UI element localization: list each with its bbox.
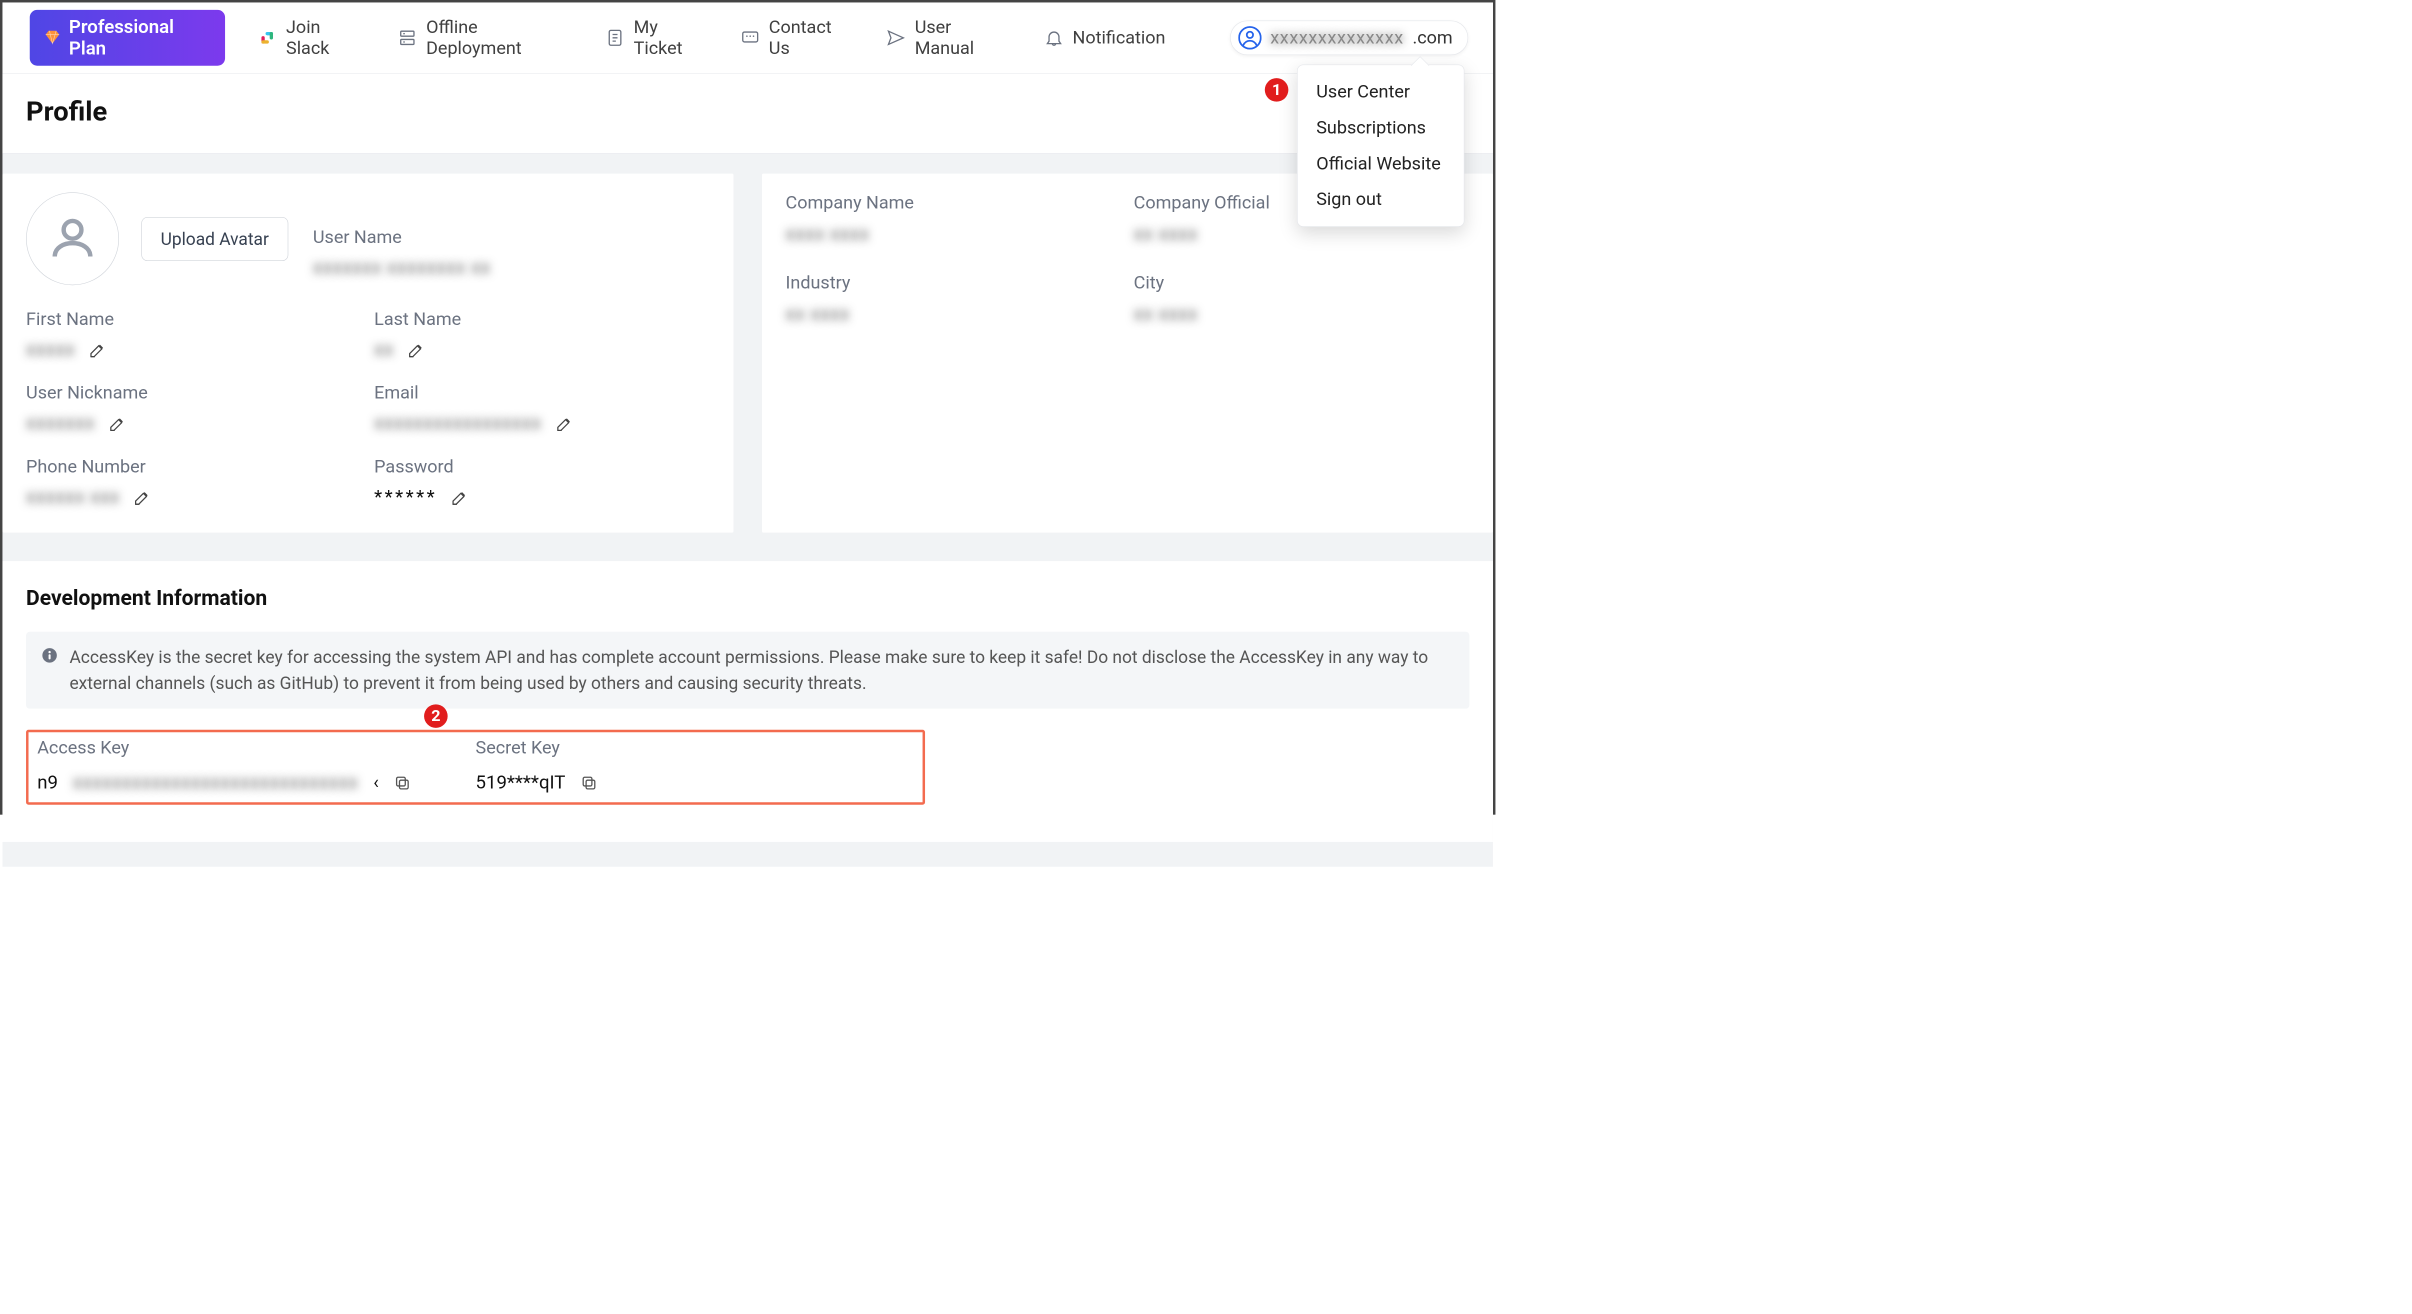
user-dropdown: User Center Subscriptions Official Websi… [1297,64,1464,226]
industry-value: xx xxxx [786,303,1122,325]
user-email-blurred: xxxxxxxxxxxxxx [1270,27,1404,48]
last-name-field: Last Name xx [374,309,710,360]
access-key-blurred: xxxxxxxxxxxxxxxxxxxxxxxxxxxxx [73,772,359,794]
first-name-label: First Name [26,309,362,330]
nav-notification[interactable]: Notification [1044,27,1165,48]
nav-my-ticket[interactable]: My Ticket [605,17,708,59]
avatar-icon [1238,26,1262,50]
info-icon [41,647,58,664]
dev-info-section: Development Information AccessKey is the… [2,561,1492,842]
access-key-suffix: ‹ [373,772,379,794]
nav-label: Notification [1073,27,1166,48]
company-name-label: Company Name [786,192,1122,213]
username-label: User Name [313,227,710,248]
last-name-value: xx [374,339,394,361]
nav-label: Contact Us [769,17,854,59]
nav-label: User Manual [915,17,1012,59]
dropdown-user-center[interactable]: User Center [1298,74,1464,110]
banner-text: AccessKey is the secret key for accessin… [69,644,1454,696]
dropdown-sign-out[interactable]: Sign out [1298,182,1464,218]
city-label: City [1134,272,1470,293]
slack-icon [257,28,277,48]
diamond-icon [43,29,61,48]
pencil-icon[interactable] [451,488,470,507]
nav-label: Join Slack [286,17,365,59]
ticket-icon [605,28,625,48]
pencil-icon[interactable] [89,340,108,359]
pencil-icon[interactable] [408,340,427,359]
profile-cards-row: Upload Avatar User Name xxxxxxx xxxxxxxx… [2,154,1492,533]
email-value: xxxxxxxxxxxxxxxxx [374,412,541,434]
copy-icon[interactable] [394,774,411,791]
company-name-field: Company Name xxxx xxxx [786,192,1122,245]
nav-join-slack[interactable]: Join Slack [257,17,365,59]
copy-icon[interactable] [580,774,597,791]
pencil-icon[interactable] [134,488,153,507]
password-field: Password ****** [374,456,710,507]
phone-value: xxxxxx xxx [26,486,120,508]
page-body: Profile Upload Avatar User Name xxxxxxx … [2,74,1492,867]
access-key-col: Access Key n9 xxxxxxxxxxxxxxxxxxxxxxxxxx… [37,737,475,793]
bell-icon [1044,28,1064,48]
last-name-label: Last Name [374,309,710,330]
dev-info-title: Development Information [26,586,1469,611]
nav-label: My Ticket [634,17,708,59]
secret-key-label: Secret Key [476,737,914,758]
nav-label: Offline Deployment [426,17,573,59]
nav-offline-deployment[interactable]: Offline Deployment [398,17,573,59]
password-label: Password [374,456,710,477]
chat-icon [740,28,760,48]
phone-field: Phone Number xxxxxx xxx [26,456,362,507]
password-value: ****** [374,486,437,508]
access-key-warning-banner: AccessKey is the secret key for accessin… [26,632,1469,709]
pencil-icon[interactable] [555,414,574,433]
industry-field: Industry xx xxxx [786,272,1122,325]
plan-badge[interactable]: Professional Plan [30,10,225,66]
annotation-2: 2 [424,704,448,728]
company-name-value: xxxx xxxx [786,223,1122,245]
send-icon [886,28,906,48]
phone-label: Phone Number [26,456,362,477]
dropdown-subscriptions[interactable]: Subscriptions [1298,110,1464,146]
access-key-label: Access Key [37,737,475,758]
email-label: Email [374,383,710,404]
username-value: xxxxxxx xxxxxxxx xx [313,257,710,279]
nav-contact-us[interactable]: Contact Us [740,17,854,59]
keys-highlight-box: Access Key n9 xxxxxxxxxxxxxxxxxxxxxxxxxx… [26,730,925,805]
nav-user-manual[interactable]: User Manual [886,17,1012,59]
secret-key-col: Secret Key 519****qIT [476,737,914,793]
first-name-field: First Name xxxxx [26,309,362,360]
pencil-icon[interactable] [109,414,128,433]
city-field: City xx xxxx [1134,272,1470,325]
top-bar: Professional Plan Join Slack Offline Dep… [2,2,1492,73]
secret-key-value: 519****qIT [476,772,566,794]
upload-avatar-button[interactable]: Upload Avatar [141,217,288,261]
user-email-suffix: .com [1412,27,1452,48]
industry-label: Industry [786,272,1122,293]
page-title: Profile [26,95,1469,127]
company-card: Company Name xxxx xxxx Company Official … [762,174,1493,533]
access-key-prefix: n9 [37,772,58,794]
plan-label: Professional Plan [69,16,212,59]
server-icon [398,28,418,48]
dropdown-official-website[interactable]: Official Website [1298,146,1464,182]
nickname-value: xxxxxxx [26,412,95,434]
email-field: Email xxxxxxxxxxxxxxxxx [374,383,710,434]
avatar-placeholder [26,192,119,285]
user-menu-button[interactable]: xxxxxxxxxxxxxx .com [1230,20,1468,55]
first-name-value: xxxxx [26,339,75,361]
nickname-field: User Nickname xxxxxxx [26,383,362,434]
annotation-1: 1 [1265,78,1289,102]
city-value: xx xxxx [1134,303,1470,325]
nickname-label: User Nickname [26,383,362,404]
profile-card: Upload Avatar User Name xxxxxxx xxxxxxxx… [2,174,733,533]
